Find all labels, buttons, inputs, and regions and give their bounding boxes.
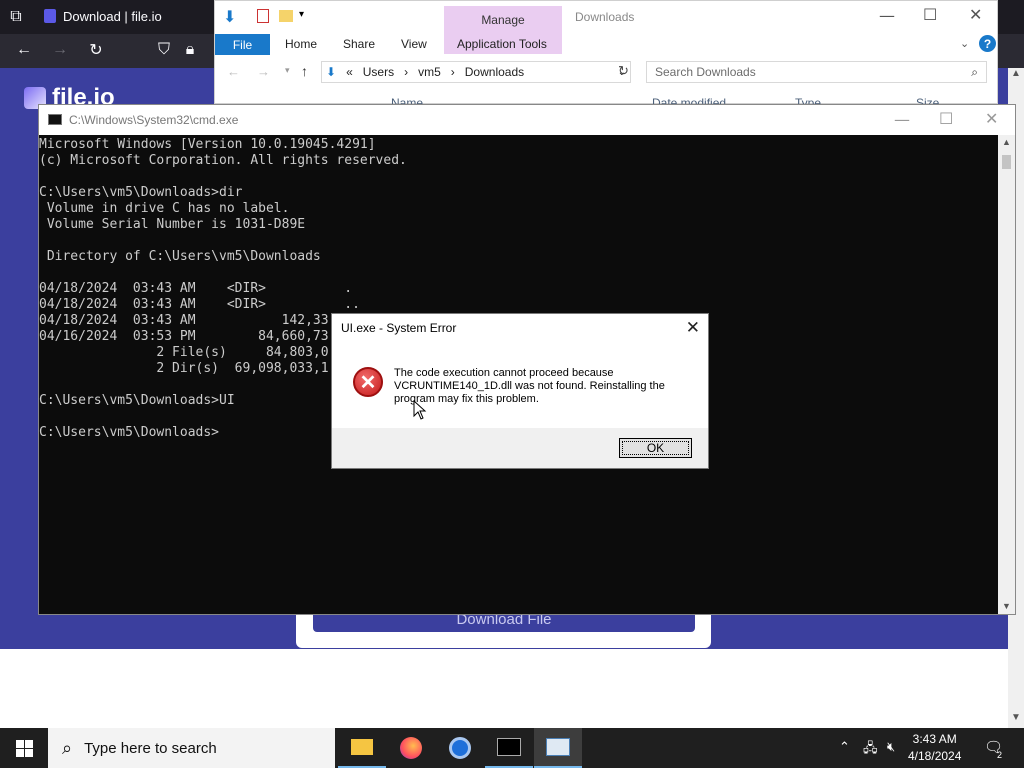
explorer-window-title: Downloads: [575, 10, 635, 24]
console-line: 04/18/2024 03:43 AM <DIR> .: [39, 281, 353, 296]
customize-qat-icon[interactable]: ▾: [299, 9, 304, 20]
tab-file[interactable]: File: [215, 34, 270, 55]
nav-forward-icon[interactable]: →: [257, 64, 270, 79]
file-explorer-window: ⬇ ▾ Manage Downloads — ☐ ✕ File Home Sha…: [214, 0, 998, 110]
shield-icon[interactable]: ⛉: [152, 38, 176, 62]
address-separator: «: [346, 65, 353, 79]
cmd-maximize-button[interactable]: ☐: [939, 109, 953, 128]
console-line: Volume Serial Number is 1031-D89E: [39, 217, 306, 232]
file-explorer-taskbar-icon[interactable]: [338, 728, 386, 768]
ok-button[interactable]: OK: [619, 438, 692, 458]
cmd-app-icon: [48, 114, 62, 125]
chrome-taskbar-icon[interactable]: [436, 728, 484, 768]
console-line: Volume in drive C has no label.: [39, 201, 290, 216]
cmd-titlebar[interactable]: C:\Windows\System32\cmd.exe — ☐ ✕: [39, 105, 1015, 135]
cmd-scroll-thumb[interactable]: [1002, 155, 1011, 169]
new-folder-icon[interactable]: [279, 10, 293, 22]
cmd-scroll-down-icon[interactable]: ▼: [1002, 601, 1011, 611]
scroll-down-icon[interactable]: ▼: [1011, 712, 1021, 723]
start-button[interactable]: [0, 728, 48, 768]
address-bar[interactable]: ⬇ « Users › vm5 › Downloads ⌄: [321, 61, 631, 83]
manage-tab-label: Manage: [444, 6, 562, 34]
breadcrumb-users[interactable]: Users: [363, 65, 394, 79]
windows-logo-icon: [15, 739, 33, 757]
download-arrow-icon: ⬇: [223, 9, 237, 26]
explorer-close-button[interactable]: ✕: [969, 5, 982, 24]
taskbar-search-box[interactable]: ⌕ Type here to search: [48, 728, 335, 768]
error-message: The code execution cannot proceed becaus…: [394, 367, 665, 405]
search-placeholder: Search Downloads: [655, 65, 756, 79]
tab-home[interactable]: Home: [285, 37, 317, 51]
mouse-cursor-icon: [413, 400, 427, 420]
error-icon: ✕: [353, 367, 383, 397]
dialog-title: UI.exe - System Error: [341, 321, 457, 335]
taskbar-search-placeholder: Type here to search: [84, 739, 217, 757]
properties-icon[interactable]: [257, 9, 269, 23]
tab-view[interactable]: View: [401, 37, 427, 51]
cmd-scroll-up-icon[interactable]: ▲: [1002, 137, 1011, 147]
fileio-favicon-icon: [44, 9, 56, 23]
explorer-minimize-button[interactable]: —: [879, 6, 895, 25]
back-icon[interactable]: ←: [12, 38, 36, 62]
firefox-taskbar-icon[interactable]: [387, 728, 435, 768]
address-separator: ›: [450, 65, 455, 79]
search-icon: ⌕: [62, 737, 73, 758]
search-icon: ⌕: [971, 64, 978, 79]
nav-back-icon[interactable]: ←: [227, 64, 240, 79]
taskbar-clock[interactable]: 3:43 AM 4/18/2024: [908, 731, 961, 765]
cmd-taskbar-icon[interactable]: [485, 728, 533, 768]
help-icon[interactable]: ?: [979, 35, 996, 52]
clock-time: 3:43 AM: [912, 732, 957, 746]
cmd-scrollbar[interactable]: ▲ ▼: [998, 135, 1015, 614]
browser-tab-title[interactable]: Download | file.io: [63, 9, 162, 24]
lock-icon[interactable]: 🔒︎: [178, 38, 202, 62]
up-level-icon[interactable]: ↑: [301, 63, 308, 79]
downloads-folder-icon: ⬇: [326, 65, 337, 79]
ribbon-expand-icon[interactable]: ⌄: [960, 37, 969, 50]
cmd-window-title: C:\Windows\System32\cmd.exe: [69, 113, 239, 127]
console-line: (c) Microsoft Corporation. All rights re…: [39, 153, 407, 168]
cmd-minimize-button[interactable]: —: [894, 110, 910, 129]
dialog-footer: OK: [332, 428, 708, 468]
breadcrumb-vm5[interactable]: vm5: [418, 65, 441, 79]
refresh-icon[interactable]: ↻: [618, 63, 629, 79]
forward-icon[interactable]: →: [48, 38, 72, 62]
cmd-close-button[interactable]: ✕: [985, 109, 998, 128]
console-line: C:\Users\vm5\Downloads>dir: [39, 185, 243, 200]
explorer-maximize-button[interactable]: ☐: [923, 5, 937, 24]
recent-locations-icon[interactable]: ▾: [285, 65, 290, 76]
error-app-taskbar-icon[interactable]: [534, 728, 582, 768]
page-footer-area: [0, 649, 1008, 728]
taskbar: ⌕ Type here to search ⌃ 🖧︎ 🔇︎ 3:43 AM 4/…: [0, 728, 1024, 768]
volume-muted-icon[interactable]: 🔇︎: [887, 739, 895, 755]
breadcrumb-downloads[interactable]: Downloads: [465, 65, 524, 79]
clock-date: 4/18/2024: [908, 749, 962, 763]
reload-icon[interactable]: ↻: [84, 38, 108, 62]
search-downloads-input[interactable]: Search Downloads ⌕: [646, 61, 987, 83]
tab-share[interactable]: Share: [343, 37, 375, 51]
tab-application-tools[interactable]: Application Tools: [457, 37, 547, 51]
console-line: 04/18/2024 03:43 AM <DIR> ..: [39, 297, 360, 312]
notification-count: 2: [997, 750, 1003, 760]
network-icon[interactable]: 🖧︎: [863, 739, 878, 761]
console-line: Microsoft Windows [Version 10.0.19045.42…: [39, 137, 376, 152]
show-hidden-icons-icon[interactable]: ⌃: [839, 739, 850, 755]
console-line: Directory of C:\Users\vm5\Downloads: [39, 249, 321, 264]
tab-overview-icon[interactable]: ⧉: [4, 5, 28, 29]
dialog-close-button[interactable]: ✕: [686, 318, 700, 338]
address-separator: ›: [404, 65, 409, 79]
system-error-dialog: UI.exe - System Error ✕ ✕ The code execu…: [331, 313, 709, 469]
scroll-up-icon[interactable]: ▲: [1011, 68, 1021, 79]
